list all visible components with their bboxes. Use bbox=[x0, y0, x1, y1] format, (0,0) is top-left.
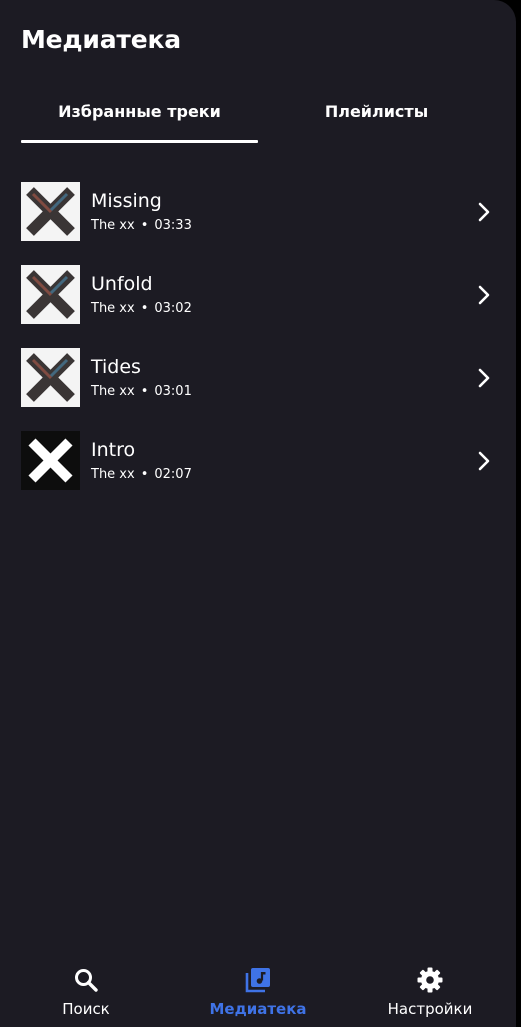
track-artist: The xx bbox=[91, 218, 135, 233]
track-artist: The xx bbox=[91, 467, 135, 482]
app-screen: Медиатека Избранные треки Плейлисты Miss… bbox=[0, 0, 516, 1027]
track-duration: 03:33 bbox=[154, 218, 192, 233]
track-duration: 02:07 bbox=[154, 467, 192, 482]
nav-settings[interactable]: Настройки bbox=[376, 958, 484, 1027]
screen-edge bbox=[516, 0, 521, 1027]
track-artist: The xx bbox=[91, 301, 135, 316]
meta-separator: • bbox=[140, 384, 149, 399]
meta-separator: • bbox=[140, 218, 149, 233]
track-row[interactable]: Intro The xx • 02:07 bbox=[0, 431, 516, 491]
track-duration: 03:02 bbox=[154, 301, 192, 316]
chevron-right-icon[interactable] bbox=[474, 200, 494, 224]
album-cover-image bbox=[21, 431, 80, 490]
tab-playlists[interactable]: Плейлисты bbox=[258, 95, 495, 145]
bottom-navigation: Поиск Медиатека Настройки bbox=[0, 958, 516, 1027]
track-meta: The xx • 02:07 bbox=[91, 467, 192, 482]
nav-search[interactable]: Поиск bbox=[36, 958, 136, 1027]
track-row[interactable]: Unfold The xx • 03:02 bbox=[0, 265, 516, 325]
track-meta: The xx • 03:01 bbox=[91, 384, 192, 399]
search-icon bbox=[72, 966, 100, 994]
track-title: Tides bbox=[91, 356, 141, 378]
chevron-right-icon[interactable] bbox=[474, 366, 494, 390]
tab-bar: Избранные треки Плейлисты bbox=[0, 95, 516, 145]
music-library-icon bbox=[244, 966, 272, 994]
nav-library-label: Медиатека bbox=[209, 1000, 307, 1018]
tab-favorite-tracks[interactable]: Избранные треки bbox=[21, 95, 258, 145]
track-duration: 03:01 bbox=[154, 384, 192, 399]
track-meta: The xx • 03:33 bbox=[91, 218, 192, 233]
meta-separator: • bbox=[140, 301, 149, 316]
track-row[interactable]: Missing The xx • 03:33 bbox=[0, 182, 516, 242]
album-cover-image bbox=[21, 182, 80, 241]
track-artist: The xx bbox=[91, 384, 135, 399]
track-title: Unfold bbox=[91, 273, 153, 295]
track-title: Missing bbox=[91, 190, 162, 212]
track-row[interactable]: Tides The xx • 03:01 bbox=[0, 348, 516, 408]
chevron-right-icon[interactable] bbox=[474, 449, 494, 473]
chevron-right-icon[interactable] bbox=[474, 283, 494, 307]
nav-search-label: Поиск bbox=[62, 1000, 110, 1018]
track-title: Intro bbox=[91, 439, 136, 461]
gear-icon bbox=[416, 966, 444, 994]
album-cover-image bbox=[21, 265, 80, 324]
nav-settings-label: Настройки bbox=[387, 1000, 473, 1018]
active-tab-indicator bbox=[21, 140, 258, 143]
track-meta: The xx • 03:02 bbox=[91, 301, 192, 316]
nav-library[interactable]: Медиатека bbox=[198, 958, 318, 1027]
album-cover-image bbox=[21, 348, 80, 407]
meta-separator: • bbox=[140, 467, 149, 482]
page-title: Медиатека bbox=[21, 25, 181, 54]
